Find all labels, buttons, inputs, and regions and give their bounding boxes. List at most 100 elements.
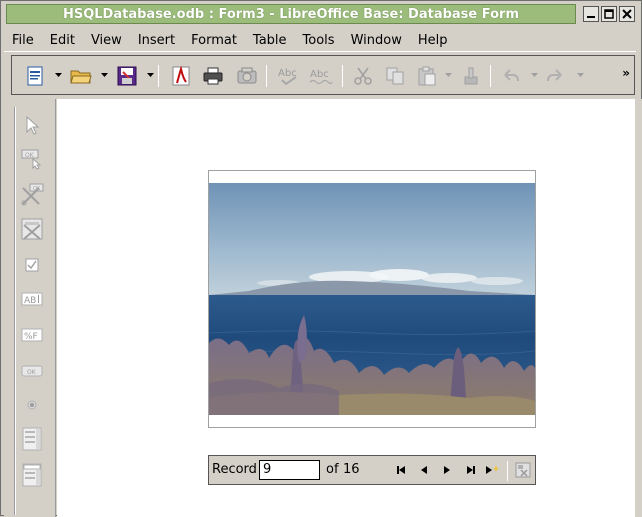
title-bar[interactable]: HSQLDatabase.odb : Form3 - LibreOffice B… [3, 3, 639, 25]
record-label: Record [212, 462, 257, 477]
toolbar-separator [158, 65, 159, 87]
menu-format[interactable]: Format [183, 30, 245, 52]
save-icon [117, 66, 137, 86]
close-button[interactable] [619, 6, 635, 22]
previous-record-icon [421, 466, 427, 474]
pointer-icon [26, 115, 40, 135]
spelling-button: Abc [275, 64, 301, 88]
option-button-tool[interactable] [20, 393, 44, 417]
print-button[interactable] [200, 64, 226, 88]
redo-icon [547, 69, 562, 82]
menu-view[interactable]: View [83, 30, 130, 52]
folder-open-icon [70, 70, 92, 84]
design-mode-tool[interactable]: OK [20, 147, 44, 171]
push-button-tool[interactable]: OK [20, 359, 44, 383]
toolbar-overflow-button[interactable]: » [622, 66, 630, 80]
first-record-icon [397, 466, 405, 474]
maximize-icon [604, 9, 614, 19]
redo-dropdown-arrow [576, 70, 584, 80]
landscape-photo [209, 183, 535, 415]
toolbar-grip[interactable] [14, 107, 16, 515]
paste-dropdown-arrow [444, 70, 452, 80]
paste-icon [418, 66, 436, 86]
maximize-button[interactable] [601, 6, 617, 22]
menu-edit[interactable]: Edit [42, 30, 83, 52]
menu-bar: File Edit View Insert Format Table Tools… [4, 30, 636, 52]
record-number-field[interactable]: 9 [259, 460, 320, 480]
minimize-button[interactable] [583, 6, 599, 22]
next-record-button[interactable] [440, 463, 454, 477]
new-document-button[interactable] [22, 64, 48, 88]
push-button-icon: OK [21, 365, 43, 377]
chevron-down-icon [100, 72, 108, 77]
ocean-landscape-image [209, 183, 535, 415]
previous-record-button[interactable] [417, 463, 431, 477]
form-navigator-icon [515, 462, 531, 478]
new-document-icon [27, 66, 43, 86]
title-bar-fill[interactable]: HSQLDatabase.odb : Form3 - LibreOffice B… [6, 4, 576, 24]
close-icon [622, 9, 632, 19]
record-navigation-bar: Record 9 of 16 [208, 455, 536, 485]
printer-icon [203, 67, 223, 85]
formatted-field-icon: %F [21, 328, 43, 342]
open-dropdown-arrow[interactable] [100, 70, 108, 80]
control-properties-tool[interactable]: OK [20, 183, 44, 207]
combo-box-tool[interactable] [20, 463, 44, 487]
standard-toolbar: Abc Abc » [11, 55, 635, 95]
formatted-field-tool[interactable]: %F [20, 323, 44, 347]
export-pdf-button[interactable] [168, 64, 194, 88]
svg-text:%F: %F [24, 332, 38, 342]
menu-window[interactable]: Window [343, 30, 410, 52]
undo-button [498, 64, 524, 88]
form-properties-icon [21, 218, 43, 240]
svg-text:AB: AB [24, 296, 36, 306]
minimize-icon [587, 16, 595, 18]
open-button[interactable] [68, 64, 94, 88]
save-button[interactable] [114, 64, 140, 88]
next-record-icon [444, 466, 450, 474]
last-record-icon [467, 466, 475, 474]
first-record-button[interactable] [395, 463, 409, 477]
last-record-button[interactable] [463, 463, 477, 477]
scissors-icon [354, 67, 372, 85]
menu-insert[interactable]: Insert [130, 30, 183, 52]
print-preview-button [234, 64, 260, 88]
paste-button [414, 64, 440, 88]
form-properties-tool[interactable] [20, 217, 44, 241]
checkbox-icon [25, 258, 39, 272]
toolbar-separator [342, 65, 343, 87]
select-tool[interactable] [20, 113, 44, 137]
chevron-down-icon [146, 72, 154, 77]
text-box-tool[interactable]: AB [20, 287, 44, 311]
new-dropdown-arrow[interactable] [54, 70, 62, 80]
checkbox-tool[interactable] [20, 253, 44, 277]
new-record-button[interactable] [485, 463, 499, 477]
right-edge-strip [635, 99, 642, 517]
menu-file[interactable]: File [4, 30, 42, 52]
pdf-icon [172, 66, 190, 86]
image-control[interactable] [208, 170, 536, 428]
menu-tools[interactable]: Tools [295, 30, 343, 52]
chevron-down-icon [530, 72, 538, 77]
chevron-down-icon [54, 72, 62, 77]
form-navigator-button [515, 462, 531, 478]
tools-icon: OK [21, 183, 44, 206]
spelling-icon: Abc [278, 68, 297, 86]
toolbar-separator [490, 65, 491, 87]
copy-icon [386, 67, 404, 85]
text-box-icon: AB [21, 292, 43, 306]
undo-icon [504, 69, 519, 82]
form-canvas[interactable]: Record 9 of 16 [57, 99, 635, 517]
menu-help[interactable]: Help [410, 30, 456, 52]
menu-table[interactable]: Table [245, 30, 295, 52]
form-controls-toolbar: OK OK AB %F OK [4, 99, 56, 517]
save-dropdown-arrow[interactable] [146, 70, 154, 80]
chevron-down-icon [444, 72, 452, 77]
application-window: HSQLDatabase.odb : Form3 - LibreOffice B… [0, 0, 642, 517]
chevron-down-icon [576, 72, 584, 77]
combo-box-icon [22, 463, 42, 487]
paintbrush-icon [464, 67, 478, 85]
undo-dropdown-arrow [530, 70, 538, 80]
list-box-tool[interactable] [20, 427, 44, 451]
radio-icon [27, 400, 37, 410]
